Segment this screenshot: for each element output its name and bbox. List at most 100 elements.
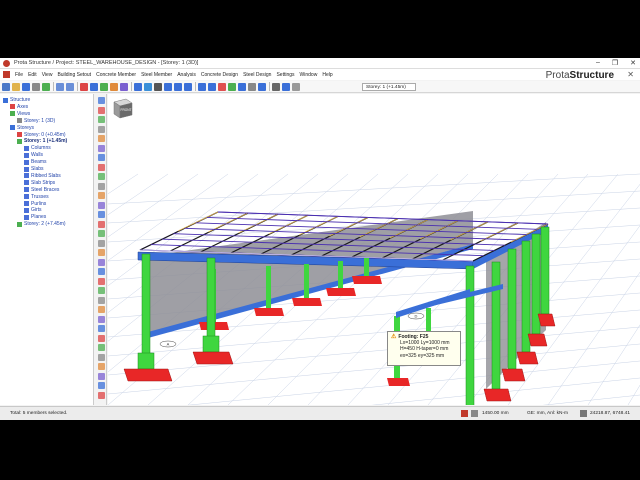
tool-button[interactable] bbox=[98, 106, 105, 114]
steel-beam-icon[interactable] bbox=[144, 82, 152, 91]
tool-button[interactable] bbox=[98, 154, 105, 161]
beam-icon[interactable] bbox=[110, 82, 118, 91]
tree-item[interactable]: Girts bbox=[24, 207, 42, 213]
table-icon[interactable] bbox=[248, 82, 256, 91]
purlin-icon[interactable] bbox=[174, 82, 182, 91]
analysis-icon[interactable] bbox=[198, 82, 206, 91]
tree-item[interactable]: Axes bbox=[10, 104, 28, 110]
redo-icon[interactable] bbox=[66, 82, 74, 91]
grid-icon[interactable] bbox=[258, 82, 266, 91]
tool-button[interactable] bbox=[98, 353, 105, 361]
tool-button[interactable] bbox=[98, 116, 105, 123]
wall-icon[interactable] bbox=[100, 82, 108, 91]
maximize-button[interactable]: ❐ bbox=[612, 59, 618, 67]
menu-view[interactable]: View bbox=[42, 72, 53, 78]
tree-item[interactable]: Beams bbox=[24, 159, 47, 165]
menu-window[interactable]: Window bbox=[300, 72, 318, 78]
design-icon[interactable] bbox=[208, 82, 216, 91]
tree-item[interactable]: Storey: 1 (3D) bbox=[17, 118, 55, 124]
menu-analysis[interactable]: Analysis bbox=[177, 72, 196, 78]
tool-button[interactable] bbox=[98, 135, 105, 142]
tree-item[interactable]: Trusses bbox=[24, 194, 49, 200]
new-file-icon[interactable] bbox=[2, 82, 10, 91]
dropdown-arrow-icon[interactable] bbox=[292, 82, 300, 91]
close-button[interactable]: ✕ bbox=[630, 59, 636, 67]
model-canvas[interactable]: ABCD bbox=[108, 94, 640, 405]
tree-item[interactable]: Steel Braces bbox=[24, 187, 59, 193]
tool-button[interactable] bbox=[98, 315, 105, 323]
tree-item[interactable]: Storey: 2 (+7.45m) bbox=[17, 221, 66, 227]
column-icon[interactable] bbox=[90, 82, 98, 91]
tree-item[interactable]: Planes bbox=[24, 214, 46, 220]
menu-settings[interactable]: Settings bbox=[276, 72, 294, 78]
tool-button[interactable] bbox=[98, 382, 105, 389]
tool-button[interactable] bbox=[98, 211, 105, 218]
tree-item[interactable]: Purlins bbox=[24, 201, 46, 207]
undo-icon[interactable] bbox=[56, 82, 64, 91]
snap-icon[interactable] bbox=[461, 410, 468, 417]
3d-viewport[interactable]: ABCD FRONT ⚠Footing: F25 Lx=1000 Ly=1000… bbox=[108, 94, 640, 405]
menu-concrete-design[interactable]: Concrete Design bbox=[201, 72, 238, 78]
tree-item[interactable]: Ribbed Slabs bbox=[24, 173, 61, 179]
view-icon[interactable] bbox=[272, 82, 280, 91]
brace-icon[interactable] bbox=[164, 82, 172, 91]
slab-icon[interactable] bbox=[120, 82, 128, 91]
tool-button[interactable] bbox=[98, 173, 105, 180]
report-icon[interactable] bbox=[42, 82, 50, 91]
steel-column-icon[interactable] bbox=[134, 82, 142, 91]
truss-icon[interactable] bbox=[154, 82, 162, 91]
tool-button[interactable] bbox=[98, 391, 105, 399]
menu-help[interactable]: Help bbox=[322, 72, 332, 78]
tool-button[interactable] bbox=[98, 97, 105, 104]
menu-steel-member[interactable]: Steel Member bbox=[141, 72, 172, 78]
tree-item[interactable]: Walls bbox=[24, 152, 43, 158]
menu-steel-design[interactable]: Steel Design bbox=[243, 72, 271, 78]
tool-button[interactable] bbox=[98, 363, 105, 370]
tree-item[interactable]: Storey: 0 (+0.45m) bbox=[17, 132, 66, 138]
menu-edit[interactable]: Edit bbox=[28, 72, 37, 78]
layers-icon[interactable] bbox=[282, 82, 290, 91]
results-icon[interactable] bbox=[228, 82, 236, 91]
save-icon[interactable] bbox=[22, 82, 30, 91]
tree-item[interactable]: Structure bbox=[3, 97, 30, 103]
tool-button[interactable] bbox=[98, 258, 105, 266]
tree-item[interactable]: Storeys bbox=[10, 125, 34, 131]
tool-button[interactable] bbox=[98, 201, 105, 209]
storey-selector[interactable]: Storey: 1 (+1.45m) bbox=[362, 83, 416, 91]
tool-button[interactable] bbox=[98, 268, 105, 275]
tree-item[interactable]: Columns bbox=[24, 145, 51, 151]
minimize-button[interactable]: – bbox=[596, 59, 600, 67]
tool-button[interactable] bbox=[98, 325, 105, 332]
print-icon[interactable] bbox=[32, 82, 40, 91]
tree-item[interactable]: Slab Strips bbox=[24, 180, 55, 186]
tool-button[interactable] bbox=[98, 372, 105, 380]
check-icon[interactable] bbox=[218, 82, 226, 91]
tool-button[interactable] bbox=[98, 239, 105, 247]
axis-icon[interactable] bbox=[80, 82, 88, 91]
ruler-icon[interactable] bbox=[471, 410, 478, 417]
tool-button[interactable] bbox=[98, 249, 105, 256]
drawing-icon[interactable] bbox=[238, 82, 246, 91]
tool-button[interactable] bbox=[98, 334, 105, 342]
tree-item[interactable]: Slabs bbox=[24, 166, 44, 172]
tool-button[interactable] bbox=[98, 182, 105, 190]
menu-concrete-member[interactable]: Concrete Member bbox=[96, 72, 136, 78]
tool-button[interactable] bbox=[98, 230, 105, 237]
menu-building-setout[interactable]: Building Setout bbox=[57, 72, 91, 78]
tool-button[interactable] bbox=[98, 125, 105, 133]
view-cube[interactable]: FRONT bbox=[108, 94, 134, 120]
girt-icon[interactable] bbox=[184, 82, 192, 91]
close-document-button[interactable]: ✕ bbox=[627, 70, 634, 79]
menu-file[interactable]: File bbox=[15, 72, 23, 78]
tool-button[interactable] bbox=[98, 277, 105, 285]
tool-button[interactable] bbox=[98, 296, 105, 304]
tool-button[interactable] bbox=[98, 192, 105, 199]
tree-item[interactable]: Views bbox=[10, 111, 30, 117]
tree-item[interactable]: Storey: 1 (+1.45m) bbox=[17, 138, 67, 144]
tool-button[interactable] bbox=[98, 163, 105, 171]
tool-button[interactable] bbox=[98, 287, 105, 294]
tool-button[interactable] bbox=[98, 344, 105, 351]
tool-button[interactable] bbox=[98, 220, 105, 228]
tool-button[interactable] bbox=[98, 144, 105, 152]
tool-button[interactable] bbox=[98, 306, 105, 313]
